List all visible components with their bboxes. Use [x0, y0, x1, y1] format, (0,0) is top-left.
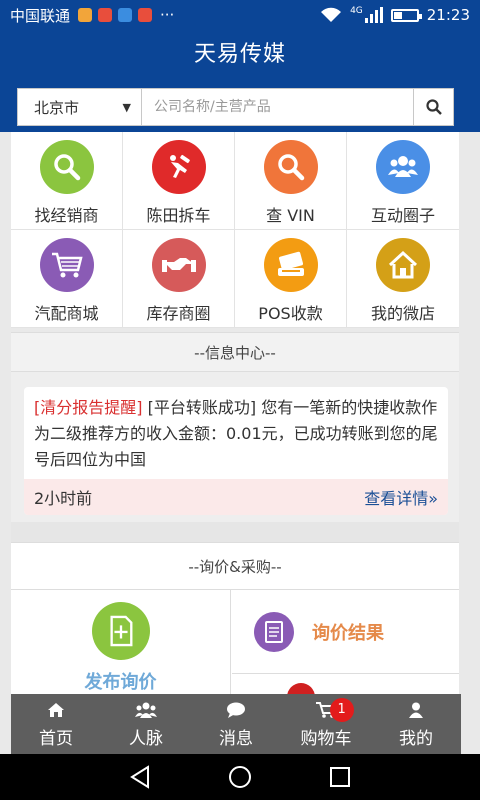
cart-badge: 1: [329, 698, 354, 722]
grid-item-label: POS收款: [258, 304, 323, 323]
tab-home[interactable]: 首页: [11, 694, 101, 754]
city-selector[interactable]: 北京市 ▼: [18, 89, 142, 125]
grid-item-community[interactable]: 互动圈子: [347, 132, 459, 230]
people-icon: [376, 140, 430, 194]
recent-apps-icon[interactable]: [329, 766, 351, 788]
grid-item-dealer-search[interactable]: 找经销商: [11, 132, 123, 230]
tab-contacts[interactable]: 人脉: [101, 694, 191, 754]
house-icon: [376, 238, 430, 292]
grid-item-pos-payment[interactable]: POS收款: [235, 230, 347, 328]
info-center: [清分报告提醒] [平台转账成功] 您有一笔新的快捷收款作为二级推荐方的收入金额…: [11, 372, 459, 522]
info-center-title: --信息中心--: [11, 332, 459, 372]
system-navigation-bar: [0, 754, 480, 800]
grid-item-my-shop[interactable]: 我的微店: [347, 230, 459, 328]
message-icon: [227, 702, 245, 718]
tab-label: 购物车: [300, 729, 352, 749]
clock: 21:23: [426, 6, 470, 24]
message-text: [清分报告提醒] [平台转账成功] 您有一笔新的快捷收款作为二级推荐方的收入金额…: [24, 387, 448, 477]
more-notifications: ···: [160, 6, 175, 24]
view-details-link[interactable]: 查看详情»: [364, 485, 438, 509]
wifi-icon: [321, 7, 342, 22]
pos-card-icon: [263, 238, 318, 292]
app-notification-icon: [138, 8, 153, 22]
back-icon[interactable]: [129, 765, 151, 789]
tab-label: 我的: [399, 729, 433, 749]
message-card[interactable]: [清分报告提醒] [平台转账成功] 您有一笔新的快捷收款作为二级推荐方的收入金额…: [24, 387, 448, 515]
search-icon: [425, 99, 442, 115]
app-notification-icon: [78, 8, 93, 22]
grid-item-label: 陈田拆车: [146, 206, 211, 225]
grid-item-label: 库存商圈: [146, 304, 211, 323]
status-bar: 中国联通 ··· 4G 21:23: [0, 0, 480, 30]
home-circle-icon[interactable]: [228, 765, 252, 789]
grid-item-label: 我的微店: [370, 304, 435, 323]
dropdown-arrow-icon: ▼: [122, 100, 131, 114]
handshake-icon: [151, 238, 206, 292]
inquiry-section: 发布询价 询价结果: [11, 590, 459, 697]
message-footer: 2小时前 查看详情»: [24, 479, 448, 515]
search-bar: 北京市 ▼: [17, 88, 454, 126]
home-icon: [48, 703, 64, 717]
book-icon: [254, 611, 294, 652]
carrier-name: 中国联通: [10, 6, 71, 25]
grid-item-parts-mall[interactable]: 汽配商城: [11, 230, 123, 328]
message-tag-secondary: [平台转账成功]: [147, 398, 257, 417]
feature-grid: 找经销商 陈田拆车 查 VIN 互动圈子 汽配商城 库存商圈 POS收款 我的微…: [11, 132, 459, 328]
signal-icon: [364, 7, 383, 23]
grid-item-label: 找经销商: [34, 206, 99, 225]
tab-profile[interactable]: 我的: [371, 694, 461, 754]
user-icon: [409, 702, 423, 718]
car-dismantle-icon: [151, 140, 206, 194]
search-input[interactable]: [142, 89, 413, 125]
message-tag: [清分报告提醒]: [34, 398, 143, 417]
grid-item-car-dismantle[interactable]: 陈田拆车: [123, 132, 235, 230]
cart-icon: [39, 238, 94, 292]
network-type: 4G: [350, 6, 363, 16]
grid-item-label: 互动圈子: [370, 206, 435, 225]
app-notification-icon: [118, 8, 133, 22]
inquiry-results-label: 询价结果: [312, 622, 384, 644]
magnifier-icon: [263, 140, 318, 194]
search-button[interactable]: [413, 89, 453, 125]
tab-label: 消息: [219, 729, 253, 749]
section-divider: [11, 522, 459, 542]
magnifier-icon: [39, 140, 94, 194]
city-label: 北京市: [34, 98, 80, 117]
add-document-icon: [91, 602, 150, 660]
message-time: 2小时前: [34, 489, 93, 508]
inquiry-section-title: --询价&采购--: [11, 542, 459, 590]
inquiry-results-button[interactable]: 询价结果: [232, 590, 459, 674]
app-title: 天易传媒: [0, 30, 480, 80]
notification-icons: [78, 8, 153, 22]
publish-inquiry-button[interactable]: 发布询价: [11, 590, 231, 694]
tab-messages[interactable]: 消息: [191, 694, 281, 754]
battery-icon: [390, 8, 422, 22]
grid-item-vin-lookup[interactable]: 查 VIN: [235, 132, 347, 230]
tab-cart[interactable]: 1 购物车: [281, 694, 371, 754]
tab-label: 首页: [39, 729, 73, 749]
app-notification-icon: [98, 8, 113, 22]
publish-inquiry-label: 发布询价: [84, 672, 157, 693]
grid-item-inventory-circle[interactable]: 库存商圈: [123, 230, 235, 328]
tab-label: 人脉: [129, 729, 163, 749]
grid-item-label: 汽配商城: [34, 304, 99, 323]
grid-item-label: 查 VIN: [266, 206, 315, 225]
bottom-tab-bar: 首页 人脉 消息 1 购物车 我的: [11, 694, 461, 754]
contacts-icon: [135, 702, 157, 718]
